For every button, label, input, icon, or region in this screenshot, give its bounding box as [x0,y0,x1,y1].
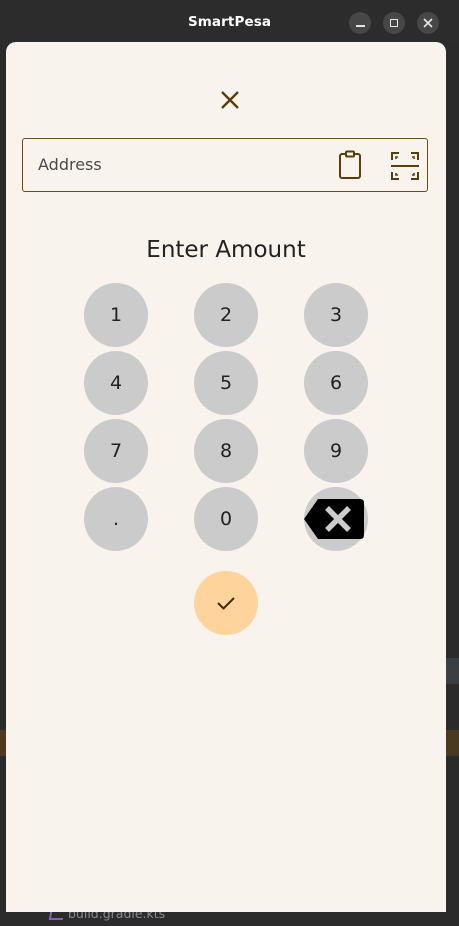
key-9[interactable]: 9 [304,419,368,483]
address-placeholder: Address [38,155,102,174]
maximize-icon [390,19,398,27]
scan-button[interactable] [390,151,420,181]
key-4[interactable]: 4 [84,351,148,415]
backspace-icon [304,499,364,539]
key-2[interactable]: 2 [194,283,258,347]
maximize-button[interactable] [383,12,405,34]
key-decimal[interactable]: . [84,487,148,551]
background-highlight [446,730,459,756]
close-icon [221,91,239,109]
dismiss-button[interactable] [216,86,244,114]
key-7[interactable]: 7 [84,419,148,483]
confirm-button[interactable] [194,571,258,635]
close-icon [423,18,433,28]
qr-scan-icon [391,152,419,180]
window-title: SmartPesa [187,14,272,30]
key-8[interactable]: 8 [194,419,258,483]
key-3[interactable]: 3 [304,283,368,347]
clipboard-icon [339,150,361,179]
background-panel [446,658,459,684]
check-icon [217,597,235,610]
window-close-button[interactable] [417,12,439,34]
paste-button[interactable] [337,150,363,180]
minimize-icon [355,25,365,27]
enter-amount-heading: Enter Amount [146,237,306,263]
address-field[interactable]: Address [22,138,428,192]
key-1[interactable]: 1 [84,283,148,347]
minimize-button[interactable] [349,12,371,34]
key-6[interactable]: 6 [304,351,368,415]
window-titlebar: SmartPesa [0,0,459,44]
key-0[interactable]: 0 [194,487,258,551]
app-content: Address Enter Amount 1 2 3 4 5 6 7 8 9 .… [6,42,446,912]
backspace-button[interactable] [304,487,368,551]
key-5[interactable]: 5 [194,351,258,415]
